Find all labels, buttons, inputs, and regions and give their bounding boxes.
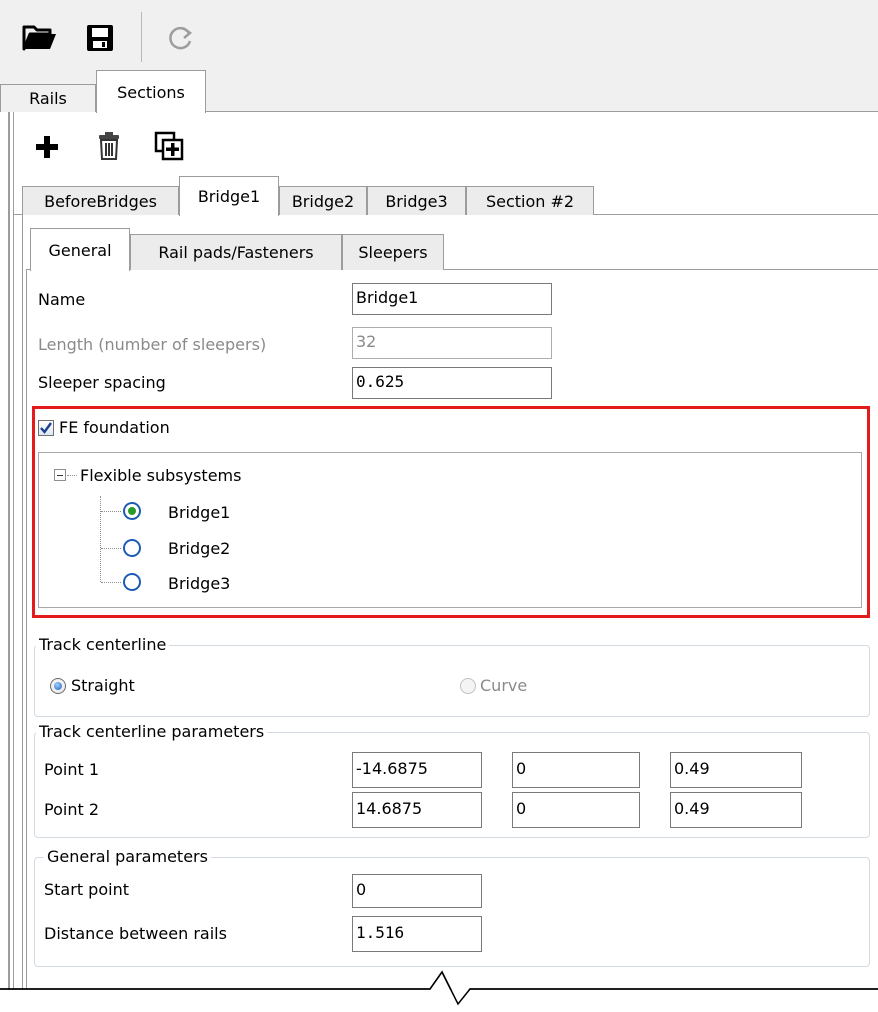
tree-connector xyxy=(101,511,121,512)
subsystem-bridge2-radio[interactable] xyxy=(123,539,141,557)
section-panel-left xyxy=(22,214,23,1012)
point1-x-input[interactable]: -14.6875 xyxy=(352,752,482,788)
tab-general[interactable]: General xyxy=(30,228,130,271)
tab-rails-label: Rails xyxy=(29,89,67,108)
subsystem-bridge1-label: Bridge1 xyxy=(168,503,231,522)
fe-foundation-checkbox[interactable] xyxy=(38,420,54,436)
duplicate-section-button[interactable] xyxy=(150,128,188,164)
point2-label: Point 2 xyxy=(44,800,99,819)
refresh-icon[interactable] xyxy=(160,18,200,58)
add-section-button[interactable] xyxy=(30,130,64,164)
trash-icon xyxy=(99,132,119,160)
plus-icon xyxy=(36,136,58,158)
start-point-label: Start point xyxy=(44,880,129,899)
delete-section-button[interactable] xyxy=(92,128,126,164)
tab-label: Section #2 xyxy=(485,191,575,211)
tab-sleepers[interactable]: Sleepers xyxy=(342,234,444,270)
toolbar-separator xyxy=(141,12,142,62)
tree-connector xyxy=(101,582,121,583)
tab-label: Bridge1 xyxy=(197,187,261,206)
tab-rail-pads-fasteners[interactable]: Rail pads/Fasteners xyxy=(130,234,342,270)
general-panel-left xyxy=(26,270,27,1012)
save-icon[interactable] xyxy=(82,18,118,58)
tree-root-label: Flexible subsystems xyxy=(80,466,242,485)
general-params-title: General parameters xyxy=(44,847,211,867)
length-input: 32 xyxy=(352,327,552,359)
curve-label: Curve xyxy=(480,676,528,695)
start-point-input[interactable]: 0 xyxy=(352,874,482,908)
track-centerline-group xyxy=(34,645,870,717)
tab-label: Bridge3 xyxy=(385,191,448,211)
tree-connector xyxy=(101,548,121,549)
screenshot-break-line-overlay xyxy=(0,970,878,1006)
subsystem-bridge2-label: Bridge2 xyxy=(168,539,231,558)
tab-label: Sleepers xyxy=(358,243,428,262)
open-folder-icon[interactable] xyxy=(20,18,60,58)
tree-connector xyxy=(100,496,101,582)
outer-frame-left xyxy=(8,112,10,1012)
sleeper-spacing-label: Sleeper spacing xyxy=(38,373,166,392)
subsystem-bridge3-radio[interactable] xyxy=(123,573,141,591)
track-centerline-title: Track centerline xyxy=(36,635,170,655)
distance-between-rails-input[interactable]: 1.516 xyxy=(352,916,482,952)
distance-between-rails-label: Distance between rails xyxy=(44,924,227,943)
straight-label: Straight xyxy=(71,676,135,695)
point1-z-input[interactable]: 0.49 xyxy=(670,752,802,788)
fe-foundation-label: FE foundation xyxy=(59,418,170,437)
tab-section-bridge3[interactable]: Bridge3 xyxy=(367,186,466,215)
subsystem-bridge1-radio[interactable] xyxy=(123,502,141,520)
main-toolbar xyxy=(0,0,878,74)
point2-x-input[interactable]: 14.6875 xyxy=(352,792,482,828)
tab-sections-label: Sections xyxy=(117,82,185,102)
tab-section-section2[interactable]: Section #2 xyxy=(466,186,594,215)
tab-label: BeforeBridges xyxy=(44,191,157,211)
name-label: Name xyxy=(38,290,86,309)
sleeper-spacing-input[interactable]: 0.625 xyxy=(352,367,552,399)
point1-label: Point 1 xyxy=(44,760,99,779)
tree-connector xyxy=(67,475,77,476)
collapse-icon[interactable] xyxy=(54,469,66,481)
tab-sections[interactable]: Sections xyxy=(96,70,206,113)
track-params-title: Track centerline parameters xyxy=(36,722,268,742)
name-input[interactable]: Bridge1 xyxy=(352,283,552,315)
subsystem-bridge3-label: Bridge3 xyxy=(168,574,231,593)
outer-frame-left-inner xyxy=(13,112,14,1012)
straight-radio[interactable] xyxy=(50,678,66,694)
tab-section-bridge1[interactable]: Bridge1 xyxy=(179,176,279,216)
length-label: Length (number of sleepers) xyxy=(38,335,267,354)
tab-label: General xyxy=(48,240,112,260)
curve-radio xyxy=(460,678,476,694)
checkmark-icon xyxy=(40,422,52,434)
tab-label: Rail pads/Fasteners xyxy=(158,243,314,262)
tab-section-beforebridges[interactable]: BeforeBridges xyxy=(22,186,179,215)
tab-label: Bridge2 xyxy=(291,191,355,211)
point2-y-input[interactable]: 0 xyxy=(512,792,640,828)
tab-section-bridge2[interactable]: Bridge2 xyxy=(279,186,367,215)
tab-rails[interactable]: Rails xyxy=(0,84,96,112)
duplicate-icon xyxy=(154,131,184,161)
point2-z-input[interactable]: 0.49 xyxy=(670,792,802,828)
point1-y-input[interactable]: 0 xyxy=(512,752,640,788)
